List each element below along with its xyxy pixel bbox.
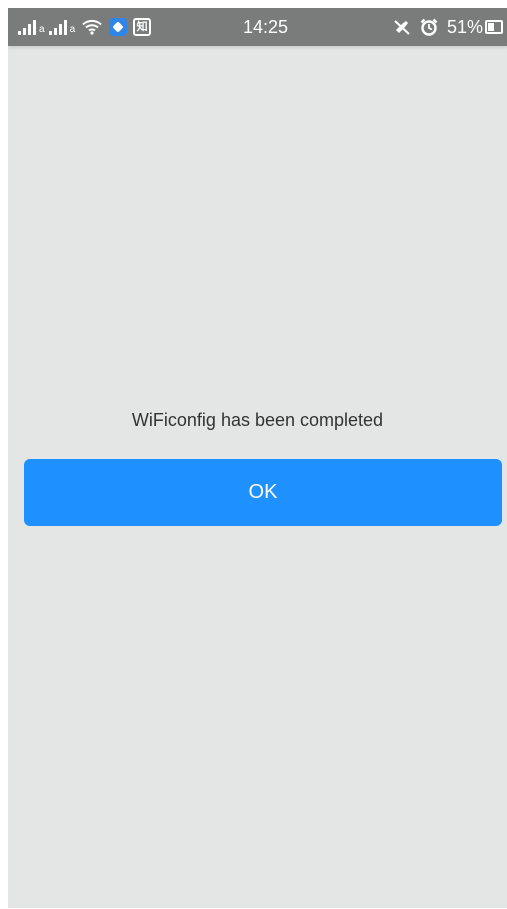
battery-icon (485, 20, 503, 34)
battery-percent: 51% (446, 16, 483, 37)
zhihu-icon: 知 (133, 18, 152, 36)
app-screen: a a 知 14:25 51% WiFiconfig has been comp… (8, 8, 507, 908)
wifi-icon (82, 19, 102, 35)
status-time: 14:25 (243, 17, 289, 37)
ok-button[interactable]: OK (24, 459, 502, 526)
signal-icon-sim2: a (48, 19, 76, 35)
status-bar-right: 51% (393, 8, 503, 46)
mute-icon (394, 20, 410, 35)
battery-fill (488, 23, 495, 31)
network-type-sim2: a (69, 24, 76, 35)
blue-app-icon (109, 18, 128, 36)
network-type-sim1: a (39, 24, 45, 35)
alarm-icon (420, 18, 438, 36)
zhihu-glyph: 知 (136, 20, 148, 33)
completion-message: WiFiconfig has been completed (131, 410, 384, 430)
signal-icon-sim1: a (18, 19, 45, 35)
status-bar-left: a a 知 (18, 8, 152, 46)
status-bar: a a 知 14:25 51% (8, 8, 507, 46)
